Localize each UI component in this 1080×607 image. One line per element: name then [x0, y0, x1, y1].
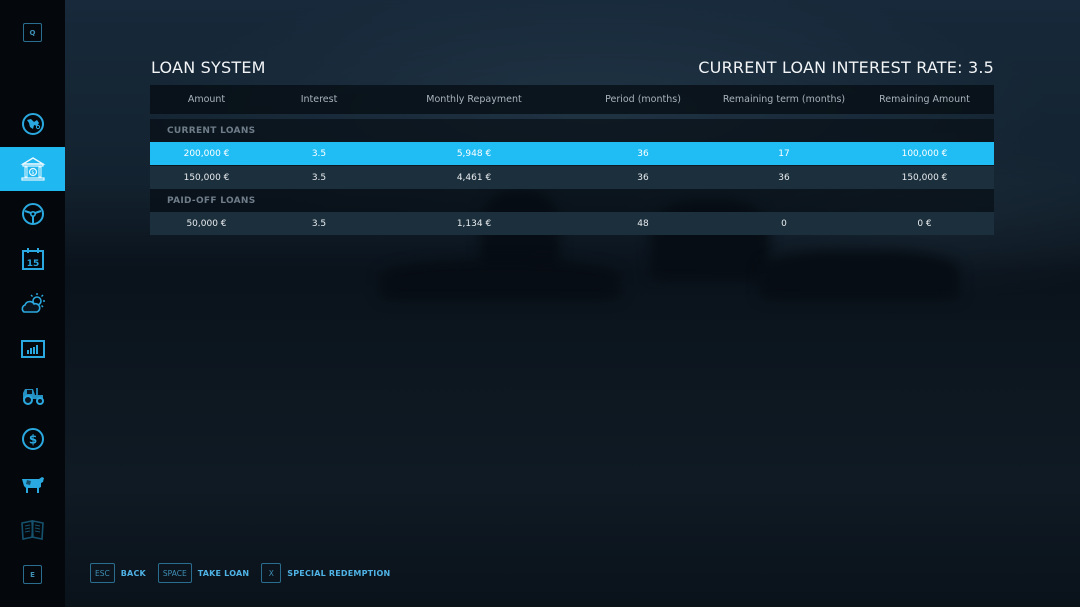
cell-amount: 50,000 € [186, 218, 227, 229]
cow-icon [21, 477, 44, 493]
cell-period: 48 [637, 218, 649, 229]
cell-remaining-amount: 150,000 € [901, 172, 948, 183]
back-label: BACK [120, 568, 146, 578]
sidebar-item-statistics[interactable] [0, 327, 65, 371]
sidebar-item-tractor[interactable] [0, 372, 65, 416]
sidebar: Q $ 15 $ E [0, 0, 65, 607]
column-header-period: Period (months) [605, 94, 681, 105]
weather-icon [21, 293, 45, 313]
cell-remaining-amount: 0 € [917, 218, 932, 229]
cell-remaining-term: 0 [781, 218, 787, 229]
action-bar: ESC BACK SPACE TAKE LOAN X SPECIAL REDEM… [90, 563, 402, 583]
sidebar-item-money[interactable]: $ [0, 417, 65, 461]
svg-text:$: $ [31, 170, 34, 176]
section-current-loans: CURRENT LOANS [150, 119, 994, 142]
cell-remaining-amount: 100,000 € [901, 148, 948, 159]
table-row[interactable]: 200,000 € 3.5 5,948 € 36 17 100,000 € [150, 142, 994, 165]
sidebar-item-calendar[interactable]: 15 [0, 237, 65, 281]
cell-amount: 200,000 € [183, 148, 230, 159]
column-header-monthly-repayment: Monthly Repayment [426, 94, 522, 105]
back-button[interactable]: ESC BACK [90, 563, 146, 583]
page-title: LOAN SYSTEM [151, 58, 266, 77]
cell-remaining-term: 17 [778, 148, 790, 159]
tractor-icon [22, 388, 44, 405]
cell-period: 36 [637, 172, 649, 183]
loans-table: Amount Interest Monthly Repayment Period… [150, 85, 994, 235]
next-page-key[interactable]: E [23, 565, 42, 584]
cell-period: 36 [637, 148, 649, 159]
documents-icon [20, 520, 44, 540]
cell-monthly: 5,948 € [456, 148, 492, 159]
sidebar-item-finances[interactable]: $ [0, 147, 65, 191]
take-loan-label: TAKE LOAN [197, 568, 250, 578]
statistics-icon [20, 340, 45, 358]
column-header-remaining-amount: Remaining Amount [879, 94, 970, 105]
cell-amount: 150,000 € [183, 172, 230, 183]
svg-text:$: $ [28, 433, 36, 447]
cell-monthly: 4,461 € [456, 172, 492, 183]
section-paid-off-loans: PAID-OFF LOANS [150, 189, 994, 212]
sidebar-item-animals[interactable] [0, 462, 65, 506]
table-row[interactable]: 50,000 € 3.5 1,134 € 48 0 0 € [150, 212, 994, 235]
cell-interest: 3.5 [311, 148, 327, 159]
special-redemption-button[interactable]: X SPECIAL REDEMPTION [261, 563, 390, 583]
cell-monthly: 1,134 € [456, 218, 492, 229]
calendar-icon: 15 [21, 248, 44, 270]
bank-icon: $ [19, 157, 46, 181]
column-header-amount: Amount [187, 94, 226, 105]
globe-map-icon [21, 113, 44, 135]
table-header: Amount Interest Monthly Repayment Period… [150, 85, 994, 114]
sidebar-item-weather[interactable] [0, 282, 65, 326]
table-row[interactable]: 150,000 € 3.5 4,461 € 36 36 150,000 € [150, 166, 994, 189]
svg-text:15: 15 [26, 259, 39, 269]
sidebar-item-contracts[interactable] [0, 507, 65, 551]
sidebar-item-map[interactable] [0, 102, 65, 146]
cell-interest: 3.5 [311, 172, 327, 183]
steering-wheel-icon [21, 203, 44, 225]
dollar-coin-icon: $ [21, 428, 44, 450]
cell-interest: 3.5 [311, 218, 327, 229]
key-hint-space: SPACE [157, 563, 192, 583]
column-header-remaining-term: Remaining term (months) [722, 94, 846, 105]
take-loan-button[interactable]: SPACE TAKE LOAN [157, 563, 250, 583]
key-hint-x: X [261, 563, 282, 583]
cell-remaining-term: 36 [778, 172, 790, 183]
special-redemption-label: SPECIAL REDEMPTION [287, 568, 391, 578]
sidebar-item-vehicles[interactable] [0, 192, 65, 236]
prev-page-key[interactable]: Q [23, 23, 42, 42]
interest-rate-label: CURRENT LOAN INTEREST RATE: 3.5 [698, 58, 994, 77]
column-header-interest: Interest [300, 94, 338, 105]
key-hint-esc: ESC [90, 563, 115, 583]
